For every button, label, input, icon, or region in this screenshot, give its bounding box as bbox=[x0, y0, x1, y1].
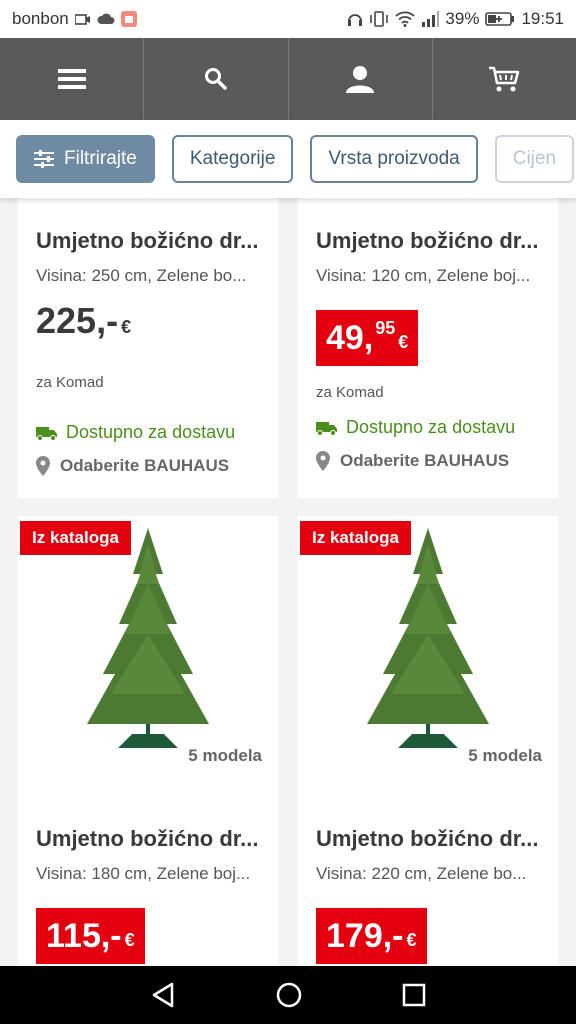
product-card[interactable]: Iz kataloga 5 modela Umjetno božićno dr.… bbox=[18, 516, 278, 966]
price-unit: za Komad bbox=[316, 384, 384, 401]
cart-button[interactable] bbox=[433, 38, 576, 120]
location-pin-icon bbox=[36, 456, 50, 476]
catalog-badge: Iz kataloga bbox=[300, 521, 411, 555]
delivery-truck-icon bbox=[36, 426, 57, 441]
catalog-badge: Iz kataloga bbox=[20, 521, 131, 555]
back-icon[interactable] bbox=[150, 982, 176, 1008]
product-card[interactable]: Umjetno božićno dr... Visina: 120 cm, Ze… bbox=[298, 198, 558, 498]
christmas-tree-image bbox=[87, 528, 209, 748]
delivery-truck-icon bbox=[316, 421, 337, 436]
status-bar: bonbon 39% 19:51 bbox=[0, 0, 576, 38]
model-count: 5 modela bbox=[462, 742, 548, 770]
video-icon bbox=[74, 14, 90, 25]
wifi-icon bbox=[395, 11, 416, 27]
product-subtitle: Visina: 180 cm, Zelene boj... bbox=[36, 864, 251, 883]
product-grid: Umjetno božićno dr... Visina: 250 cm, Ze… bbox=[0, 198, 576, 966]
product-title[interactable]: Umjetno božićno dr... bbox=[36, 228, 258, 254]
headset-icon bbox=[348, 14, 363, 26]
user-icon bbox=[346, 66, 375, 93]
christmas-tree-image bbox=[367, 528, 489, 748]
clock: 19:51 bbox=[521, 9, 564, 28]
category-filter-chip[interactable]: Kategorije bbox=[171, 135, 294, 183]
filter-bar: Filtrirajte Kategorije Vrsta proizvoda C… bbox=[0, 120, 576, 198]
product-title[interactable]: Umjetno božićno dr... bbox=[316, 228, 538, 254]
vibrate-icon bbox=[370, 11, 389, 27]
cart-icon bbox=[489, 66, 520, 92]
product-card[interactable]: Umjetno božićno dr... Visina: 250 cm, Ze… bbox=[18, 198, 278, 498]
model-count: 5 modela bbox=[182, 742, 268, 770]
product-title[interactable]: Umjetno božićno dr... bbox=[36, 826, 258, 852]
product-price-sale: 179,- € bbox=[316, 908, 427, 964]
product-price-sale: 115,- € bbox=[36, 908, 145, 964]
filter-button-label: Filtrirajte bbox=[64, 148, 137, 169]
recents-icon[interactable] bbox=[402, 983, 426, 1007]
availability-status: Dostupno za dostavu bbox=[316, 417, 515, 438]
carrier-label: bonbon bbox=[12, 9, 69, 28]
search-icon bbox=[204, 68, 227, 90]
search-button[interactable] bbox=[144, 38, 289, 120]
signal-icon bbox=[422, 11, 440, 27]
top-navigation bbox=[0, 38, 576, 120]
filter-button[interactable]: Filtrirajte bbox=[16, 135, 155, 183]
store-selector[interactable]: Odaberite BAUHAUS bbox=[316, 451, 509, 471]
battery-charging-icon bbox=[485, 12, 515, 26]
product-subtitle: Visina: 120 cm, Zelene boj... bbox=[316, 266, 531, 285]
price-filter-chip[interactable]: Cijen bbox=[494, 135, 575, 183]
availability-status: Dostupno za dostavu bbox=[36, 422, 235, 443]
battery-percent: 39% bbox=[445, 9, 480, 28]
menu-button[interactable] bbox=[0, 38, 145, 120]
product-subtitle: Visina: 220 cm, Zelene bo... bbox=[316, 864, 527, 883]
product-subtitle: Visina: 250 cm, Zelene bo... bbox=[36, 266, 247, 285]
product-card[interactable]: Iz kataloga 5 modela Umjetno božićno dr.… bbox=[298, 516, 558, 966]
product-price: 225,- € bbox=[36, 300, 132, 341]
system-navigation-bar bbox=[0, 966, 576, 1024]
account-button[interactable] bbox=[289, 38, 433, 120]
location-pin-icon bbox=[316, 451, 330, 471]
app-notification-icon bbox=[120, 11, 137, 27]
sliders-icon bbox=[34, 150, 54, 168]
home-icon[interactable] bbox=[275, 981, 303, 1009]
product-price-sale: 49, 95 € bbox=[316, 310, 419, 366]
product-type-filter-chip[interactable]: Vrsta proizvoda bbox=[310, 135, 478, 183]
product-title[interactable]: Umjetno božićno dr... bbox=[316, 826, 538, 852]
price-unit: za Komad bbox=[36, 374, 104, 391]
cloud-icon bbox=[97, 13, 115, 24]
store-selector[interactable]: Odaberite BAUHAUS bbox=[36, 456, 229, 476]
hamburger-menu-icon bbox=[57, 69, 86, 89]
